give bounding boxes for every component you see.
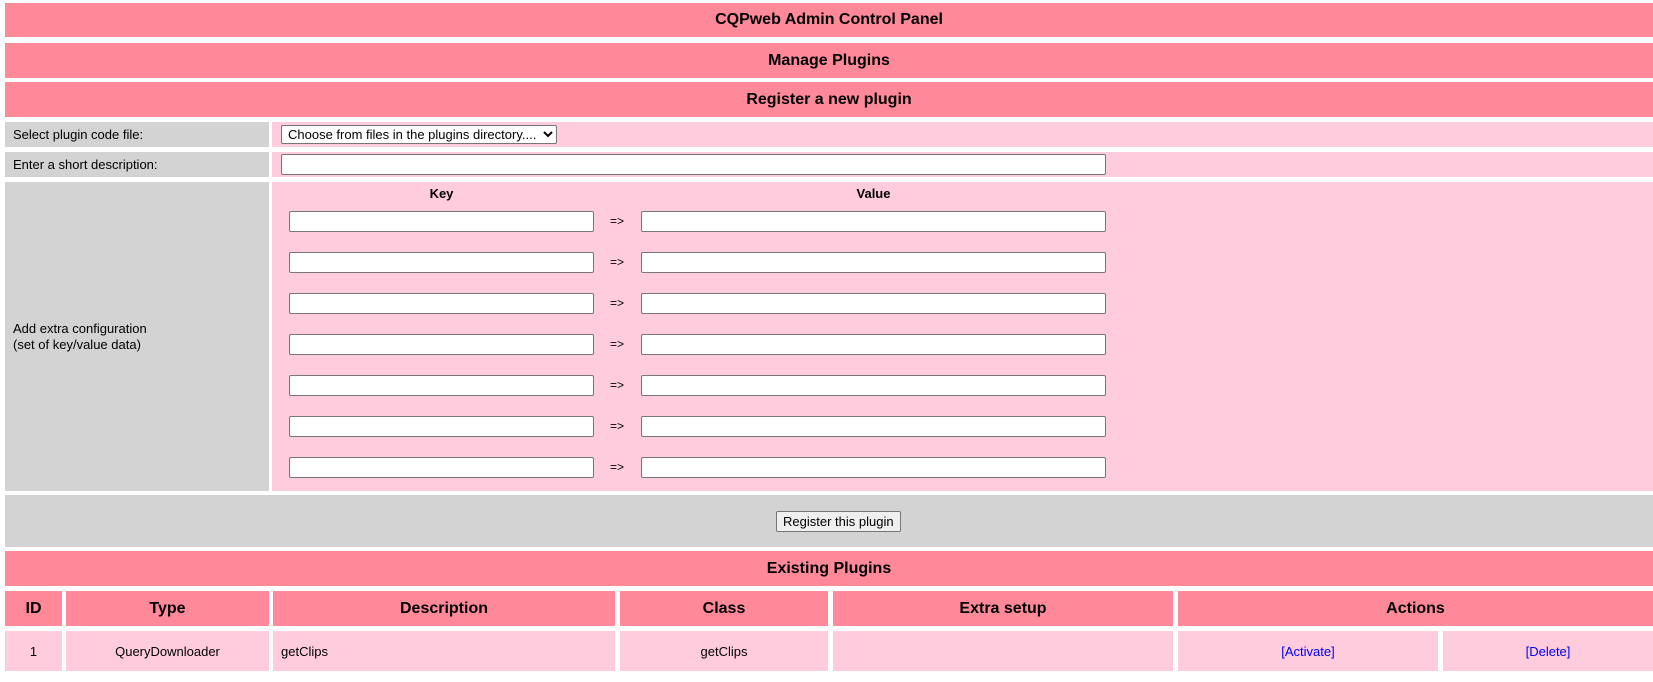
config-key-input[interactable] bbox=[289, 334, 594, 355]
cell-class: getClips bbox=[620, 631, 828, 671]
file-select-label-text: Select plugin code file: bbox=[13, 127, 144, 142]
config-value-input[interactable] bbox=[641, 211, 1106, 232]
existing-heading-text: Existing Plugins bbox=[766, 559, 892, 577]
config-key-input[interactable] bbox=[289, 293, 594, 314]
section-title-text: Manage Plugins bbox=[768, 51, 890, 69]
config-key-input[interactable] bbox=[289, 457, 594, 478]
config-value-input[interactable] bbox=[641, 252, 1106, 273]
cell-activate: [Activate] bbox=[1178, 631, 1438, 671]
cell-type: QueryDownloader bbox=[66, 631, 269, 671]
description-input[interactable] bbox=[281, 154, 1106, 175]
plugin-file-select[interactable]: Choose from files in the plugins directo… bbox=[281, 125, 557, 144]
activate-link[interactable]: [Activate] bbox=[1281, 644, 1334, 659]
delete-link[interactable]: [Delete] bbox=[1526, 644, 1571, 659]
section-title: Manage Plugins bbox=[5, 43, 1653, 78]
config-value-input[interactable] bbox=[641, 457, 1106, 478]
file-select-cell: Choose from files in the plugins directo… bbox=[272, 122, 1653, 147]
config-arrow: => bbox=[609, 419, 624, 433]
column-header-description: Description bbox=[273, 591, 615, 626]
column-header-type: Type bbox=[66, 591, 269, 626]
cell-description: getClips bbox=[273, 631, 615, 671]
panel-title: CQPweb Admin Control Panel bbox=[5, 3, 1653, 37]
config-label-line1: Add extra configuration bbox=[13, 320, 147, 336]
register-heading: Register a new plugin bbox=[5, 82, 1653, 117]
config-key-input[interactable] bbox=[289, 375, 594, 396]
config-key-input[interactable] bbox=[289, 252, 594, 273]
column-header-id: ID bbox=[5, 591, 62, 626]
config-key-input[interactable] bbox=[289, 211, 594, 232]
register-heading-text: Register a new plugin bbox=[746, 90, 912, 108]
register-plugin-button[interactable]: Register this plugin bbox=[776, 511, 901, 532]
description-label: Enter a short description: bbox=[5, 152, 269, 177]
key-column-header: Key bbox=[429, 186, 454, 201]
value-column-header: Value bbox=[856, 186, 891, 201]
config-label-line2: (set of key/value data) bbox=[13, 336, 141, 352]
config-value-input[interactable] bbox=[641, 416, 1106, 437]
config-value-input[interactable] bbox=[641, 334, 1106, 355]
description-cell bbox=[272, 152, 1653, 177]
config-arrow: => bbox=[609, 460, 624, 474]
config-arrow: => bbox=[609, 337, 624, 351]
config-cell: Key Value => => => => => => => bbox=[272, 182, 1653, 491]
config-arrow: => bbox=[609, 296, 624, 310]
cell-id: 1 bbox=[5, 631, 62, 671]
description-label-text: Enter a short description: bbox=[13, 157, 158, 172]
config-arrow: => bbox=[609, 255, 624, 269]
panel-title-text: CQPweb Admin Control Panel bbox=[715, 11, 943, 28]
config-key-input[interactable] bbox=[289, 416, 594, 437]
column-header-extra-setup: Extra setup bbox=[833, 591, 1173, 626]
config-arrow: => bbox=[609, 214, 624, 228]
submit-row: Register this plugin bbox=[5, 495, 1653, 547]
config-value-input[interactable] bbox=[641, 293, 1106, 314]
config-label: Add extra configuration (set of key/valu… bbox=[5, 182, 269, 491]
existing-heading: Existing Plugins bbox=[5, 551, 1653, 586]
config-value-input[interactable] bbox=[641, 375, 1106, 396]
cell-extra-setup bbox=[833, 631, 1173, 671]
file-select-label: Select plugin code file: bbox=[5, 122, 269, 147]
column-header-class: Class bbox=[620, 591, 828, 626]
column-header-actions: Actions bbox=[1178, 591, 1653, 626]
config-arrow: => bbox=[609, 378, 624, 392]
cell-delete: [Delete] bbox=[1443, 631, 1653, 671]
